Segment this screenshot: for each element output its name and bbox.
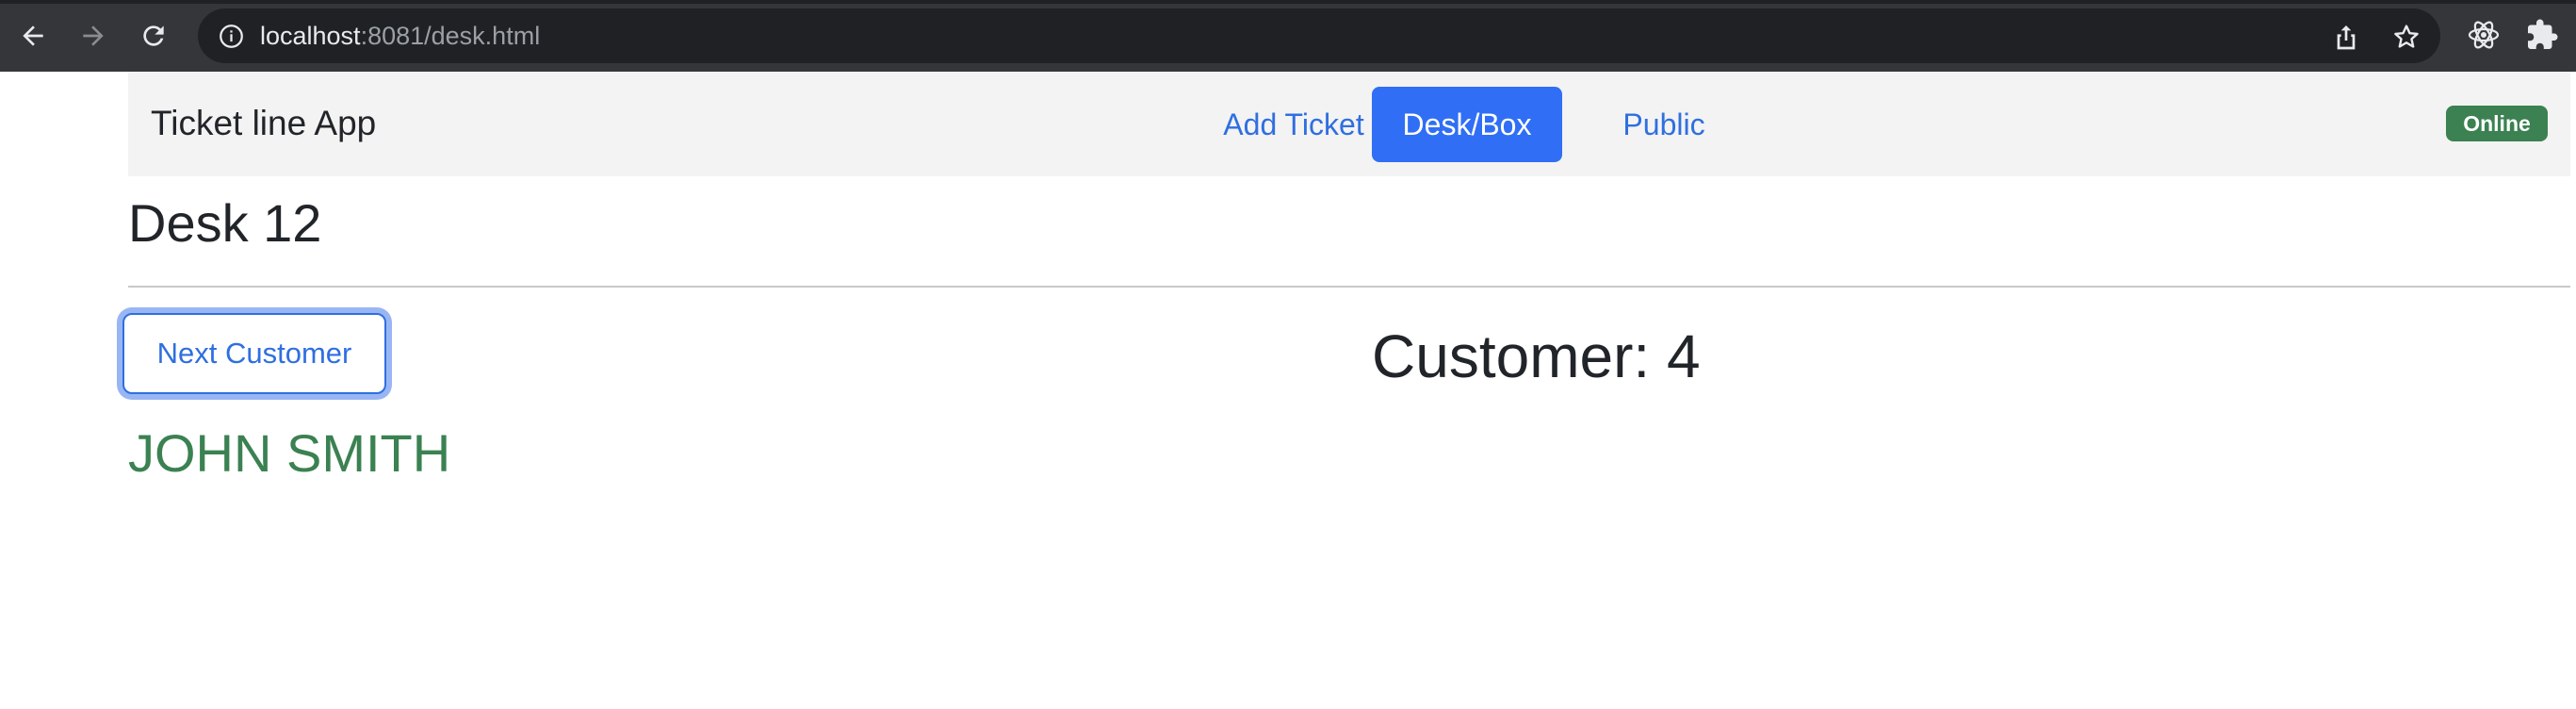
nav-link-public[interactable]: Public <box>1570 87 1758 162</box>
app-navbar: Ticket line App Add Ticket Desk/Box Publ… <box>128 72 2570 176</box>
bookmark-star-icon[interactable] <box>2391 22 2421 52</box>
current-customer-name: JOHN SMITH <box>128 423 451 483</box>
url-path: :8081/desk.html <box>360 22 541 50</box>
navbar-brand[interactable]: Ticket line App <box>151 102 376 145</box>
share-icon[interactable] <box>2331 22 2361 52</box>
react-devtools-icon[interactable] <box>2467 18 2501 52</box>
desk-title: Desk 12 <box>128 193 322 253</box>
reload-icon <box>143 25 164 46</box>
site-info-icon[interactable] <box>219 24 244 49</box>
url-host: localhost <box>260 22 361 50</box>
back-icon <box>23 25 43 46</box>
next-customer-button[interactable]: Next Customer <box>122 313 386 394</box>
online-status-badge: Online <box>2446 106 2548 141</box>
tab-strip-edge <box>0 0 2576 4</box>
address-bar[interactable]: localhost:8081/desk.html <box>198 8 2440 63</box>
nav-link-desk-box[interactable]: Desk/Box <box>1372 87 1562 162</box>
url-text[interactable]: localhost:8081/desk.html <box>260 20 540 52</box>
reload-button[interactable] <box>132 14 175 58</box>
extensions-puzzle-icon[interactable] <box>2525 18 2559 52</box>
forward-icon <box>83 25 104 46</box>
back-button[interactable] <box>11 14 55 58</box>
divider <box>128 286 2570 288</box>
customer-number: Customer: 4 <box>1372 322 1701 390</box>
browser-toolbar: localhost:8081/desk.html <box>0 0 2576 72</box>
forward-button[interactable] <box>72 14 115 58</box>
